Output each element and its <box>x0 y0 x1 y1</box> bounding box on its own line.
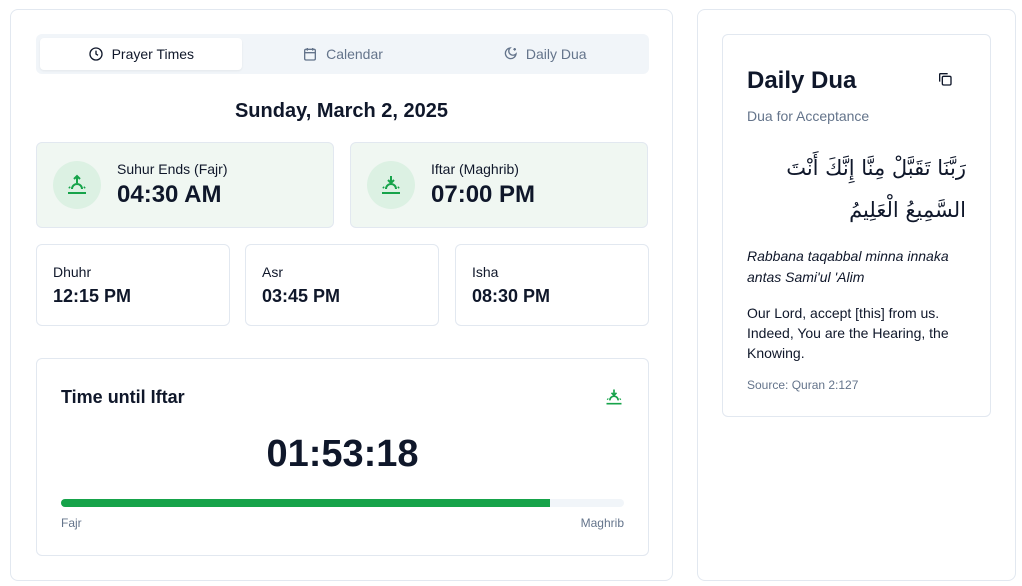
countdown-timer: 01:53:18 <box>266 433 419 475</box>
iftar-card: Iftar (Maghrib) 07:00 PM <box>350 142 648 228</box>
suhur-time: 04:30 AM <box>117 181 222 208</box>
prayer-time: 08:30 PM <box>472 286 551 306</box>
dua-transliteration: Rabbana taqabbal minna innaka antas Sami… <box>747 248 949 285</box>
iftar-label: Iftar (Maghrib) <box>431 161 519 177</box>
tab-prayer-times[interactable]: Prayer Times <box>40 38 242 70</box>
dua-arabic: رَبَّنَا تَقَبَّلْ مِنَّا إِنَّكَ أَنْتَ… <box>786 156 966 222</box>
prayer-card-isha: Isha 08:30 PM <box>455 244 649 326</box>
suhur-card: Suhur Ends (Fajr) 04:30 AM <box>36 142 334 228</box>
moon-icon <box>504 47 517 60</box>
tab-calendar[interactable]: Calendar <box>242 38 444 70</box>
prayer-panel: Prayer Times Calendar Daily Dua Sunday, … <box>10 9 673 581</box>
prayer-name: Asr <box>262 264 283 280</box>
prayer-name: Isha <box>472 264 499 280</box>
sunrise-icon <box>68 174 86 194</box>
prayer-time: 03:45 PM <box>262 286 341 306</box>
countdown-title: Time until Iftar <box>61 387 185 407</box>
dua-title: Daily Dua <box>747 67 857 94</box>
countdown-card: Time until Iftar 01:53:18 Fajr Maghrib <box>36 358 649 556</box>
tab-label: Prayer Times <box>111 46 195 62</box>
suhur-label: Suhur Ends (Fajr) <box>117 161 228 177</box>
prayer-card-dhuhr: Dhuhr 12:15 PM <box>36 244 230 326</box>
current-date: Sunday, March 2, 2025 <box>234 100 449 122</box>
dua-translation: Our Lord, accept [this] from us. Indeed,… <box>747 305 949 361</box>
dua-panel: Daily Dua Dua for Acceptance رَبَّنَا تَ… <box>697 9 1016 581</box>
tab-bar: Prayer Times Calendar Daily Dua <box>36 34 649 74</box>
prayer-time: 12:15 PM <box>53 286 132 306</box>
progress-bar <box>61 499 624 507</box>
dua-source: Source: Quran 2:127 <box>747 378 859 392</box>
prayer-name: Dhuhr <box>53 264 92 280</box>
sunset-icon <box>382 176 400 194</box>
clock-icon <box>88 47 103 61</box>
calendar-icon <box>304 48 317 61</box>
dua-subtitle: Dua for Acceptance <box>747 108 870 124</box>
prayer-card-asr: Asr 03:45 PM <box>245 244 439 326</box>
progress-fill <box>61 499 551 507</box>
tab-daily-dua[interactable]: Daily Dua <box>443 38 645 70</box>
copy-icon[interactable] <box>937 71 953 87</box>
sunset-icon <box>606 389 622 405</box>
progress-start-label: Fajr <box>61 516 82 530</box>
progress-end-label: Maghrib <box>580 516 624 530</box>
tab-label: Daily Dua <box>525 46 587 62</box>
dua-card: Daily Dua Dua for Acceptance رَبَّنَا تَ… <box>722 34 991 417</box>
tab-label: Calendar <box>326 46 383 62</box>
iftar-time: 07:00 PM <box>431 181 536 208</box>
